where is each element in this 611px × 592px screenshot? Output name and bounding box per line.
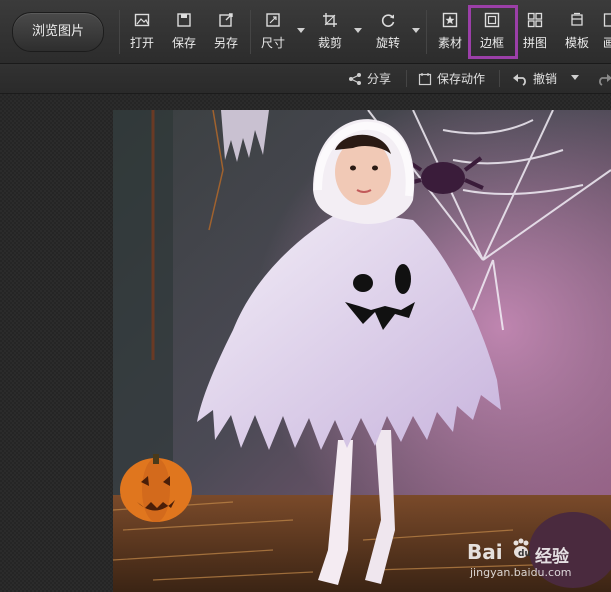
collage-icon [527, 12, 543, 28]
edited-photo[interactable] [113, 110, 611, 592]
rotate-button[interactable]: 旋转 [374, 0, 402, 63]
rotate-dropdown-icon[interactable] [412, 28, 420, 33]
resize-dropdown-icon[interactable] [297, 28, 305, 33]
baidu-paw-icon: du [510, 538, 532, 560]
toolbar-divider [119, 10, 120, 54]
share-label: 分享 [367, 72, 392, 86]
save-action-icon [418, 72, 432, 85]
save-icon [177, 13, 191, 27]
subbar-divider [499, 70, 500, 87]
stickers-label: 素材 [437, 36, 462, 50]
watermark-brand: Bai [467, 540, 503, 564]
save-action-button[interactable]: 保存动作 [418, 64, 485, 93]
halloween-photo-image [113, 110, 611, 592]
toolbar-divider [426, 10, 427, 54]
browse-images-button[interactable]: 浏览图片 [12, 12, 104, 52]
toolbar-divider [250, 10, 251, 54]
save-action-label: 保存动作 [437, 72, 486, 86]
crop-button[interactable]: 裁剪 [316, 0, 344, 63]
main-toolbar: 浏览图片 打开 保存 另存 尺寸 裁剪 旋转 素材 边框 拼图 模板 画 [0, 0, 611, 64]
active-tool-highlight [468, 5, 518, 59]
undo-icon [513, 73, 526, 86]
resize-button[interactable]: 尺寸 [259, 0, 287, 63]
template-label: 模板 [564, 36, 589, 50]
redo-icon [599, 73, 611, 86]
draw-button[interactable]: 画 [603, 0, 611, 63]
crop-icon [323, 13, 337, 27]
crop-label: 裁剪 [317, 36, 342, 50]
subbar-divider [406, 70, 407, 87]
redo-button[interactable] [597, 64, 611, 93]
resize-label: 尺寸 [260, 36, 285, 50]
collage-button[interactable]: 拼图 [521, 0, 549, 63]
save-button[interactable]: 保存 [170, 0, 198, 63]
undo-label: 撤销 [533, 72, 558, 86]
save-as-label: 另存 [213, 36, 238, 50]
open-label: 打开 [129, 36, 154, 50]
undo-button[interactable]: 撤销 [512, 64, 557, 93]
rotate-label: 旋转 [375, 36, 400, 50]
share-icon [349, 72, 361, 85]
open-image-icon [134, 13, 150, 27]
secondary-toolbar: 分享 保存动作 撤销 [0, 64, 611, 94]
template-button[interactable]: 模板 [563, 0, 591, 63]
share-button[interactable]: 分享 [348, 64, 391, 93]
save-as-icon [219, 13, 233, 27]
draw-label: 画 [603, 36, 611, 50]
template-icon [571, 12, 583, 26]
watermark-url: jingyan.baidu.com [470, 566, 572, 579]
open-button[interactable]: 打开 [128, 0, 156, 63]
save-as-button[interactable]: 另存 [212, 0, 240, 63]
svg-text:du: du [518, 549, 531, 559]
crop-dropdown-icon[interactable] [354, 28, 362, 33]
save-label: 保存 [171, 36, 196, 50]
draw-icon [603, 13, 611, 27]
sticker-icon [442, 12, 458, 28]
collage-label: 拼图 [522, 36, 547, 50]
undo-dropdown-icon[interactable] [571, 75, 579, 80]
stickers-button[interactable]: 素材 [436, 0, 464, 63]
watermark-brand-cn: 经验 [535, 547, 569, 567]
rotate-icon [381, 14, 395, 27]
resize-icon [266, 13, 280, 27]
